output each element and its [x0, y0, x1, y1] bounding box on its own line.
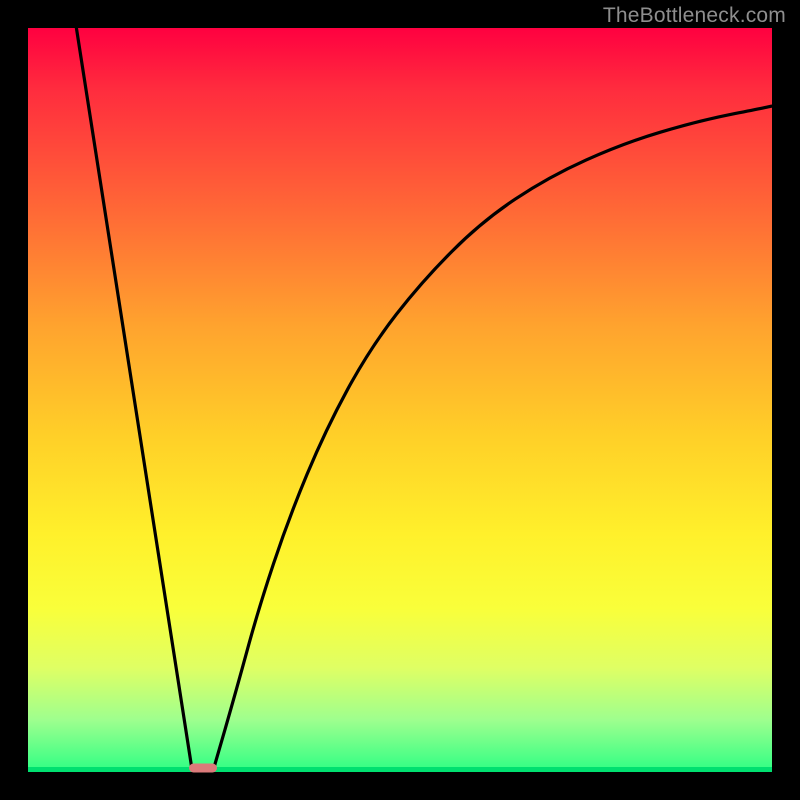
figure: TheBottleneck.com [0, 0, 800, 800]
curve-svg [28, 28, 772, 772]
optimum-marker [189, 763, 217, 772]
curve-group [76, 28, 772, 768]
watermark: TheBottleneck.com [603, 4, 786, 28]
left-line [76, 28, 191, 768]
right-curve [214, 106, 772, 767]
plot-area [28, 28, 772, 772]
